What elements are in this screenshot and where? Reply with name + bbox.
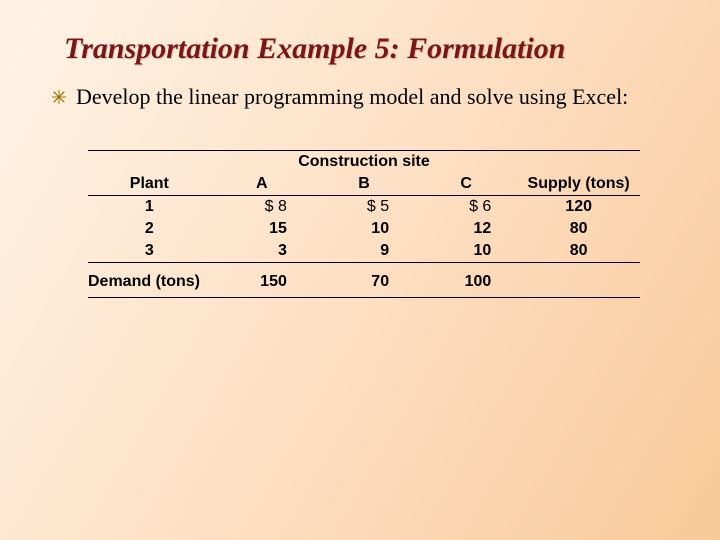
demand-b: 70: [313, 263, 415, 298]
plant-id: 2: [88, 218, 211, 240]
col-site-c: C: [415, 173, 517, 196]
col-supply: Supply (tons): [517, 173, 640, 196]
cost-table: Construction site Plant A B C Supply (to…: [88, 150, 640, 298]
plant-id: 3: [88, 240, 211, 263]
supply: 120: [517, 196, 640, 219]
cost-c: 10: [415, 240, 517, 263]
col-plant: Plant: [88, 173, 211, 196]
cost-a: 3: [211, 240, 313, 263]
cost-c: $ 6: [415, 196, 517, 219]
col-site-a: A: [211, 173, 313, 196]
body-text: Develop the linear programming model and…: [76, 84, 628, 110]
group-header: Construction site: [211, 151, 518, 174]
slide: Transportation Example 5: Formulation De…: [0, 0, 720, 540]
slide-title: Transportation Example 5: Formulation: [64, 32, 680, 66]
cost-b: 9: [313, 240, 415, 263]
supply: 80: [517, 218, 640, 240]
cost-a: 15: [211, 218, 313, 240]
cost-a: $ 8: [211, 196, 313, 219]
table-row: 2 15 10 12 80: [88, 218, 640, 240]
demand-c: 100: [415, 263, 517, 298]
demand-a: 150: [211, 263, 313, 298]
table-row: 3 3 9 10 80: [88, 240, 640, 263]
cost-c: 12: [415, 218, 517, 240]
demand-row: Demand (tons) 150 70 100: [88, 263, 640, 298]
demand-label: Demand (tons): [88, 263, 211, 298]
plant-id: 1: [88, 196, 211, 219]
bullet-star-icon: [52, 90, 66, 104]
body-line: Develop the linear programming model and…: [52, 84, 680, 110]
cost-b: 10: [313, 218, 415, 240]
table-row: 1 $ 8 $ 5 $ 6 120: [88, 196, 640, 219]
supply: 80: [517, 240, 640, 263]
cost-b: $ 5: [313, 196, 415, 219]
col-site-b: B: [313, 173, 415, 196]
